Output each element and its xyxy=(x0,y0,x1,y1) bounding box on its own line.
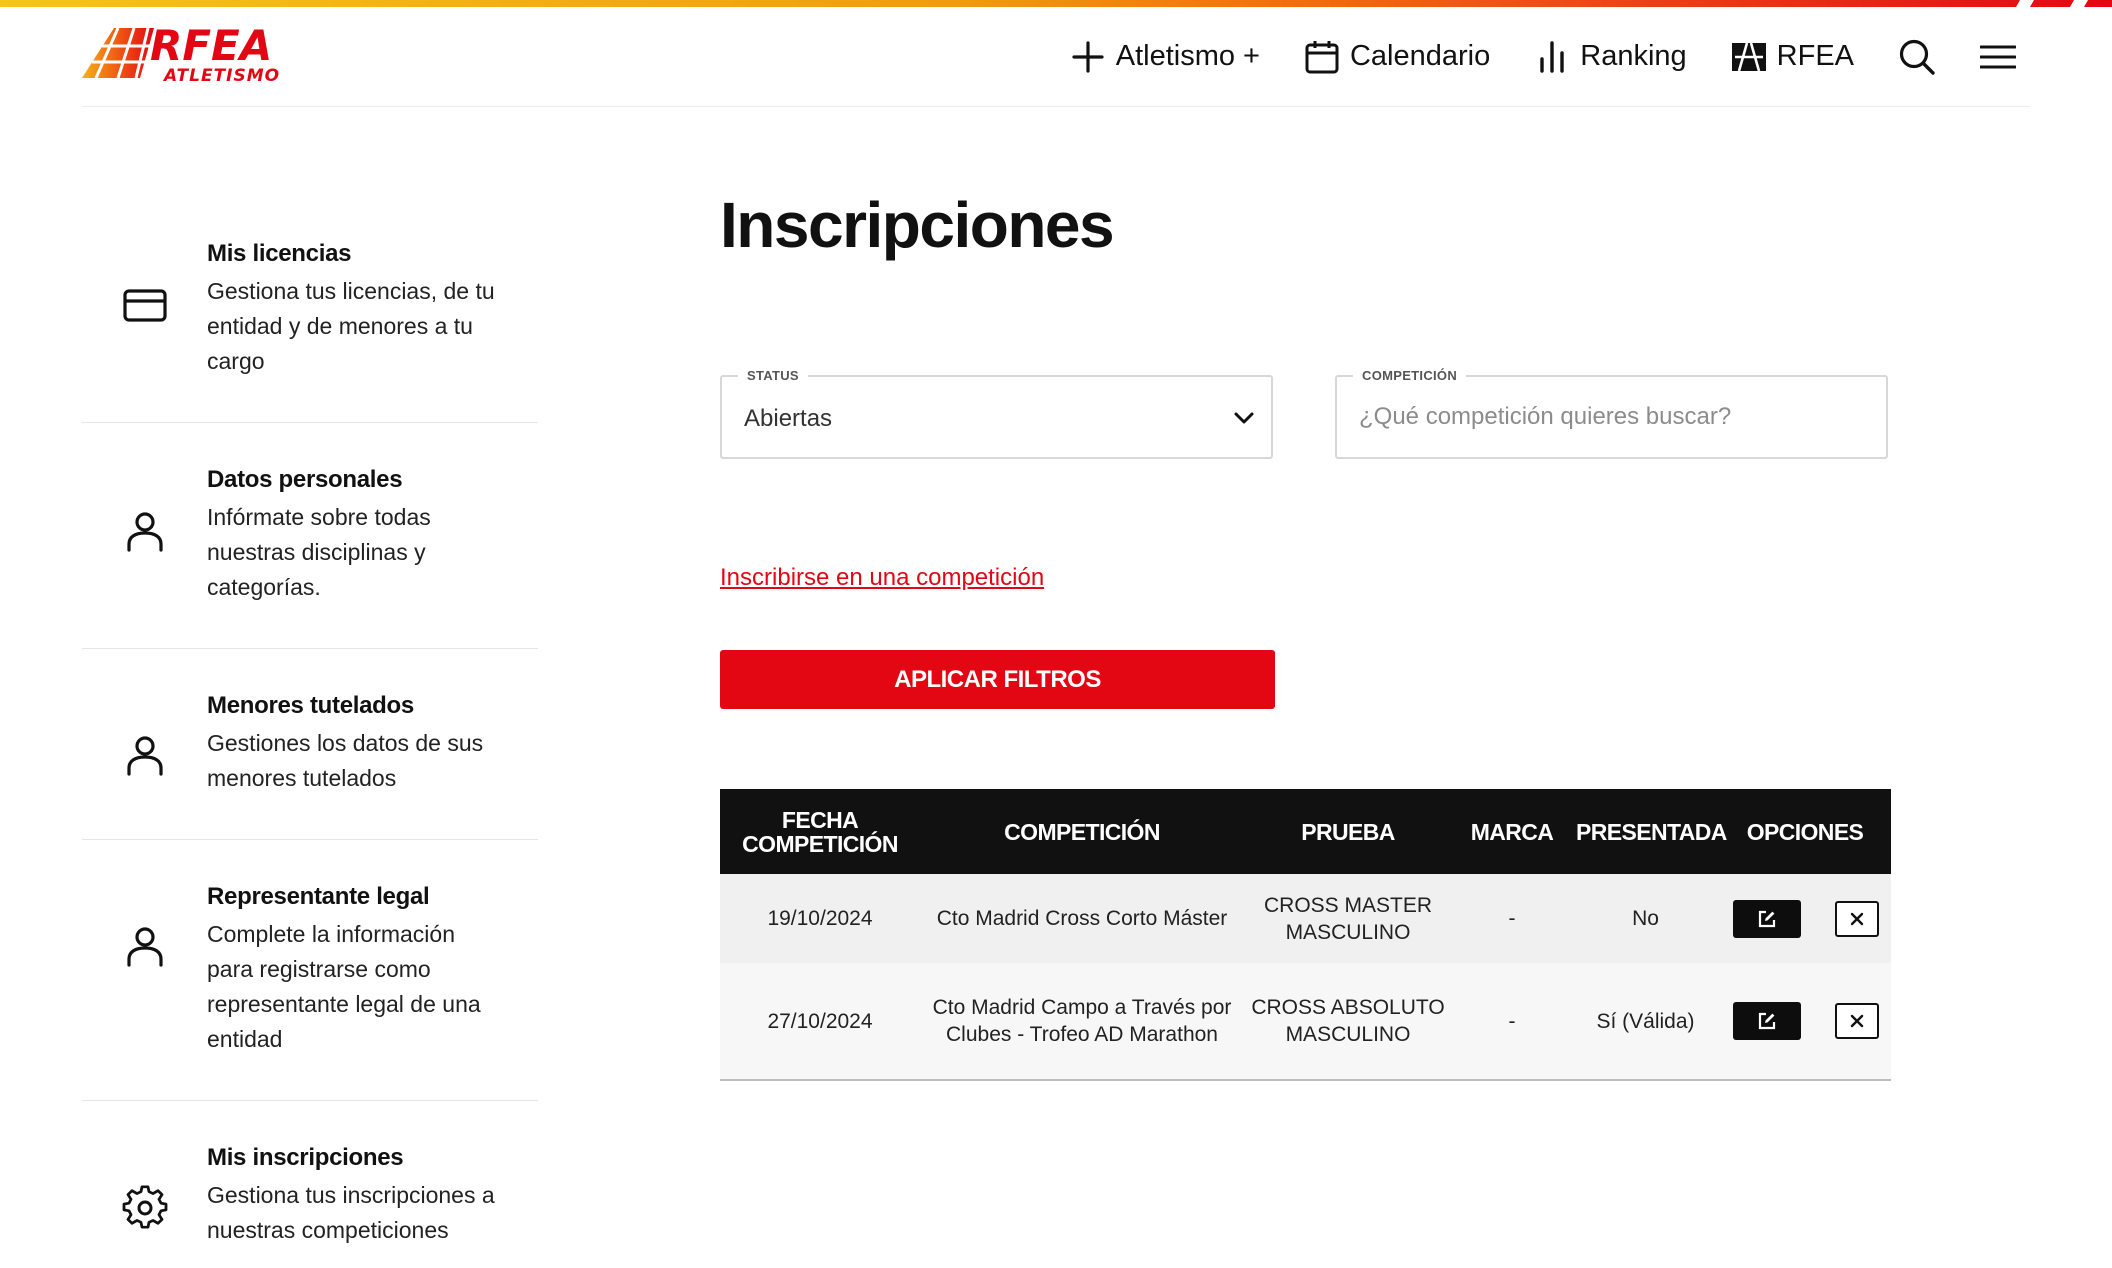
competicion-field: COMPETICIÓN xyxy=(1335,368,1888,459)
nav-label: Ranking xyxy=(1580,40,1687,72)
nav-item-atletismo-plus[interactable]: Atletismo + xyxy=(1070,39,1260,75)
nav-item-rfea[interactable]: RFEA xyxy=(1731,39,1854,75)
edit-icon xyxy=(1758,1012,1776,1030)
table-row: 27/10/2024 Cto Madrid Campo a Través por… xyxy=(720,963,1891,1081)
column-header-fecha: FECHA COMPETICIÓN xyxy=(720,789,920,874)
column-header-marca: MARCA xyxy=(1452,789,1572,874)
cell-competicion: Cto Madrid Campo a Través por Clubes - T… xyxy=(920,963,1244,1081)
cell-opciones xyxy=(1719,963,1891,1081)
sidebar-item-title: Datos personales xyxy=(207,466,403,493)
account-sidebar: Mis licencias Gestiona tus licencias, de… xyxy=(82,210,538,1268)
column-header-presentada: PRESENTADA xyxy=(1572,789,1727,874)
cell-fecha: 19/10/2024 xyxy=(720,874,920,963)
sidebar-item-description: Gestiones los datos de sus menores tutel… xyxy=(207,730,484,791)
sidebar-item-mis-licencias[interactable]: Mis licencias Gestiona tus licencias, de… xyxy=(82,210,538,423)
cell-competicion: Cto Madrid Cross Corto Máster xyxy=(920,874,1244,963)
cell-prueba: CROSS MASTER MASCULINO xyxy=(1244,874,1452,963)
rfea-logo[interactable]: RFEA ATLETISMO xyxy=(82,24,338,86)
cell-presentada: Sí (Válida) xyxy=(1572,963,1719,1081)
user-icon xyxy=(127,736,163,776)
hamburger-menu-icon xyxy=(1980,45,2016,68)
search-icon xyxy=(1899,39,1935,75)
column-header-prueba: PRUEBA xyxy=(1244,789,1452,874)
column-header-competicion: COMPETICIÓN xyxy=(920,789,1244,874)
status-label: STATUS xyxy=(738,368,808,383)
sidebar-item-representante-legal[interactable]: Representante legal Complete la informac… xyxy=(82,840,538,1101)
register-competition-link[interactable]: Inscribirse en una competición xyxy=(720,564,1044,592)
edit-icon xyxy=(1758,910,1776,927)
logo-wordmark: RFEA xyxy=(150,24,272,70)
competicion-label: COMPETICIÓN xyxy=(1353,368,1467,383)
card-icon xyxy=(123,289,167,322)
cell-marca: - xyxy=(1452,874,1572,963)
cell-presentada: No xyxy=(1572,874,1719,963)
search-button[interactable] xyxy=(1898,38,1936,76)
edit-button[interactable] xyxy=(1733,899,1801,938)
sidebar-item-title: Mis inscripciones xyxy=(207,1144,404,1171)
sidebar-item-datos-personales[interactable]: Datos personales Infórmate sobre todas n… xyxy=(82,423,538,649)
sidebar-item-menores-tutelados[interactable]: Menores tutelados Gestiones los datos de… xyxy=(82,649,538,840)
nav-item-calendario[interactable]: Calendario xyxy=(1304,39,1490,75)
main-nav: Atletismo + Calendario Ranking RFEA xyxy=(1026,7,2016,106)
delete-button[interactable] xyxy=(1835,900,1879,937)
calendar-icon xyxy=(1305,40,1339,73)
nav-label: Atletismo + xyxy=(1115,40,1260,72)
column-header-opciones: OPCIONES xyxy=(1719,789,1891,874)
plus-icon xyxy=(1072,40,1104,73)
sidebar-item-description: Infórmate sobre todas nuestras disciplin… xyxy=(207,504,431,600)
status-value: Abiertas xyxy=(744,405,833,432)
apply-filters-button[interactable]: APLICAR FILTROS xyxy=(720,650,1275,709)
nav-item-ranking[interactable]: Ranking xyxy=(1534,39,1687,75)
status-select[interactable]: STATUS Abiertas xyxy=(720,368,1273,459)
chevron-down-icon xyxy=(1234,412,1254,424)
page-title: Inscripciones xyxy=(720,189,1115,261)
close-icon xyxy=(1850,1014,1864,1028)
menu-button[interactable] xyxy=(1980,39,2016,75)
table-header-row: FECHA COMPETICIÓN COMPETICIÓN PRUEBA MAR… xyxy=(720,789,1891,874)
sidebar-item-title: Mis licencias xyxy=(207,240,352,267)
sidebar-item-description: Gestiona tus inscripciones a nuestras co… xyxy=(207,1182,495,1243)
cell-marca: - xyxy=(1452,963,1572,1081)
delete-button[interactable] xyxy=(1835,1003,1879,1039)
rfea-emblem-icon xyxy=(1731,42,1766,71)
cell-prueba: CROSS ABSOLUTO MASCULINO xyxy=(1244,963,1452,1081)
site-header: RFEA ATLETISMO Atletismo + Calendario Ra… xyxy=(82,7,2030,107)
sidebar-item-mis-inscripciones[interactable]: Mis inscripciones Gestiona tus inscripci… xyxy=(82,1101,538,1268)
cell-fecha: 27/10/2024 xyxy=(720,963,920,1081)
edit-button[interactable] xyxy=(1733,1002,1801,1040)
sidebar-item-description: Complete la información para registrarse… xyxy=(207,921,481,1052)
nav-label: RFEA xyxy=(1776,40,1854,72)
nav-label: Calendario xyxy=(1349,40,1491,72)
user-icon xyxy=(127,927,163,967)
user-icon xyxy=(127,512,163,552)
sidebar-item-description: Gestiona tus licencias, de tu entidad y … xyxy=(207,278,495,374)
competicion-search-input[interactable] xyxy=(1337,377,1886,457)
brand-color-stripe xyxy=(0,0,2112,7)
table-row: 19/10/2024 Cto Madrid Cross Corto Máster… xyxy=(720,874,1891,963)
close-icon xyxy=(1850,912,1864,925)
sidebar-item-title: Representante legal xyxy=(207,883,430,910)
sidebar-item-title: Menores tutelados xyxy=(207,692,414,719)
cell-opciones xyxy=(1719,874,1891,963)
bar-chart-icon xyxy=(1540,40,1564,73)
logo-subtitle: ATLETISMO xyxy=(162,66,280,86)
inscripciones-table: FECHA COMPETICIÓN COMPETICIÓN PRUEBA MAR… xyxy=(720,789,1891,1081)
gear-icon xyxy=(122,1185,168,1229)
